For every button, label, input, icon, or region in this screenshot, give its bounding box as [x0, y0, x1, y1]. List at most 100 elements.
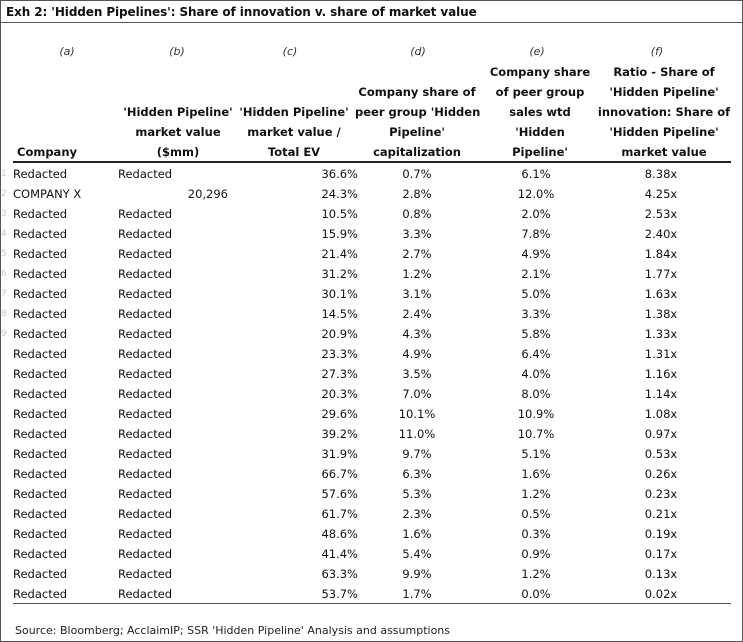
sales-share-cell: 8.0% [521, 387, 551, 401]
header-sales-share: Company share of peer group sales wtd 'H… [481, 62, 599, 162]
sales-share-cell: 1.2% [521, 567, 551, 581]
company-cell: COMPANY X [13, 187, 82, 201]
row-rank [1, 584, 13, 604]
company-cell: Redacted [13, 527, 68, 541]
market-value-cell: Redacted [118, 344, 238, 364]
market-value-cell: Redacted [118, 244, 238, 264]
company-cell: Redacted [13, 347, 68, 361]
mv-to-ev-cell: 21.4% [321, 247, 358, 261]
cap-share-cell: 4.3% [402, 327, 432, 341]
mv-to-ev-cell: 24.3% [321, 187, 358, 201]
row-rank: 7 [1, 289, 7, 299]
table-row: Redacted Redacted 20.3% 7.0% 8.0% 1.14x [1, 384, 726, 404]
header-line: 'Hidden Pipeline' [609, 125, 719, 139]
mv-to-ev-cell: 36.6% [321, 167, 358, 181]
row-rank [1, 404, 13, 424]
header-line: 'Hidden [515, 125, 565, 139]
table-row: 4 Redacted Redacted 15.9% 3.3% 7.8% 2.40x [1, 224, 726, 244]
market-value-label: Redacted [118, 507, 173, 521]
row-rank [1, 444, 13, 464]
sales-share-cell: 5.8% [521, 327, 551, 341]
sales-share-cell: 0.9% [521, 547, 551, 561]
market-value-label: Redacted [118, 427, 173, 441]
row-rank: 8 [1, 309, 7, 319]
table-row: Redacted Redacted 66.7% 6.3% 1.6% 0.26x [1, 464, 726, 484]
mv-to-ev-cell: 63.3% [321, 567, 358, 581]
market-value-label: Redacted [118, 467, 173, 481]
header-line: Total EV [267, 145, 321, 159]
ratio-cell: 1.63x [644, 287, 678, 301]
market-value-cell: Redacted [118, 164, 238, 184]
sales-share-cell: 4.0% [521, 367, 551, 381]
header-line: Ratio - Share of [613, 65, 715, 79]
row-rank [1, 344, 13, 364]
market-value-label: Redacted [118, 287, 173, 301]
column-letter-a: (a) [59, 45, 75, 58]
market-value-cell: Redacted [118, 584, 238, 604]
mv-to-ev-cell: 20.9% [321, 327, 358, 341]
sales-share-cell: 0.3% [521, 527, 551, 541]
row-rank: 9 [1, 329, 7, 339]
cap-share-cell: 7.0% [402, 387, 432, 401]
cap-share-cell: 9.9% [402, 567, 432, 581]
table-row: 1 Redacted Redacted 36.6% 0.7% 6.1% 8.38x [1, 164, 726, 184]
sales-share-cell: 1.2% [521, 487, 551, 501]
header-line: of peer group [495, 85, 585, 99]
ratio-cell: 4.25x [644, 187, 678, 201]
table-row: 8 Redacted Redacted 14.5% 2.4% 3.3% 1.38x [1, 304, 726, 324]
market-value-label: Redacted [118, 167, 173, 181]
row-rank: 1 [1, 169, 7, 179]
table-row: Redacted Redacted 23.3% 4.9% 6.4% 1.31x [1, 344, 726, 364]
header-ratio: Ratio - Share of 'Hidden Pipeline' innov… [597, 62, 731, 162]
mv-to-ev-cell: 48.6% [321, 527, 358, 541]
mv-to-ev-cell: 53.7% [321, 587, 358, 601]
company-cell: Redacted [13, 247, 68, 261]
company-cell: Redacted [13, 167, 68, 181]
ratio-cell: 1.16x [644, 367, 678, 381]
sales-share-cell: 3.3% [521, 307, 551, 321]
header-company: Company [17, 145, 77, 159]
mv-to-ev-cell: 15.9% [321, 227, 358, 241]
mv-to-ev-cell: 39.2% [321, 427, 358, 441]
header-line: innovation: Share of [597, 105, 731, 119]
market-value-cell: Redacted [118, 264, 238, 284]
market-value-label: Redacted [118, 247, 173, 261]
ratio-cell: 1.77x [644, 267, 678, 281]
ratio-cell: 0.17x [644, 547, 678, 561]
company-cell: Redacted [13, 287, 68, 301]
table-bottom-divider [13, 603, 731, 604]
column-letter-d: (d) [410, 45, 426, 58]
row-rank [1, 564, 13, 584]
table-row: 3 Redacted Redacted 10.5% 0.8% 2.0% 2.53x [1, 204, 726, 224]
table-row: Redacted Redacted 39.2% 11.0% 10.7% 0.97x [1, 424, 726, 444]
company-cell: Redacted [13, 427, 68, 441]
header-mv-over-ev: 'Hidden Pipeline' market value / Total E… [235, 102, 353, 162]
company-cell: Redacted [13, 487, 68, 501]
market-value-cell: Redacted [118, 464, 238, 484]
cap-share-cell: 5.4% [402, 547, 432, 561]
mv-to-ev-cell: 57.6% [321, 487, 358, 501]
sales-share-cell: 12.0% [517, 187, 555, 201]
company-cell: Redacted [13, 207, 68, 221]
ratio-cell: 1.33x [644, 327, 678, 341]
header-line: market value [135, 125, 221, 139]
table-row: Redacted Redacted 48.6% 1.6% 0.3% 0.19x [1, 524, 726, 544]
market-value-cell: Redacted [118, 224, 238, 244]
column-letter-b: (b) [169, 45, 185, 58]
ratio-cell: 0.21x [644, 507, 678, 521]
row-rank [1, 484, 13, 504]
row-rank [1, 504, 13, 524]
table-row: Redacted Redacted 31.9% 9.7% 5.1% 0.53x [1, 444, 726, 464]
sales-share-cell: 7.8% [521, 227, 551, 241]
ratio-cell: 1.31x [644, 347, 678, 361]
cap-share-cell: 1.7% [402, 587, 432, 601]
mv-to-ev-cell: 41.4% [321, 547, 358, 561]
market-value-label: Redacted [118, 347, 173, 361]
cap-share-cell: 4.9% [402, 347, 432, 361]
sales-share-cell: 10.7% [517, 427, 555, 441]
market-value-label: Redacted [118, 567, 173, 581]
market-value-label: Redacted [118, 587, 173, 601]
market-value-cell: Redacted [118, 284, 238, 304]
ratio-cell: 2.40x [644, 227, 678, 241]
cap-share-cell: 2.7% [402, 247, 432, 261]
